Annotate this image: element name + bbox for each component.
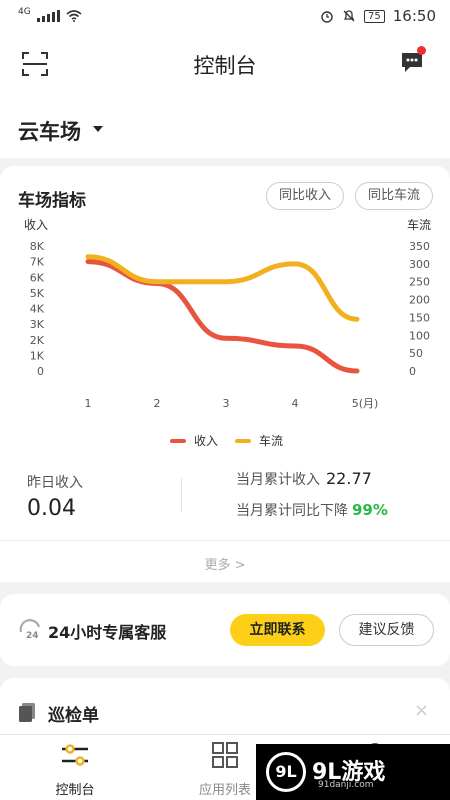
service-title: 24小时专属客服 (48, 623, 167, 642)
card-title: 车场指标 (18, 191, 86, 211)
lot-selector[interactable]: 云车场 (0, 96, 450, 158)
month-total-value: 22.77 (326, 469, 372, 488)
more-link[interactable]: 更多 > (0, 554, 450, 573)
feedback-button[interactable]: 建议反馈 (339, 614, 434, 646)
notification-dot (417, 46, 426, 55)
divider (0, 540, 450, 541)
y-right-axis-title: 车流 (407, 217, 431, 232)
tab-console[interactable]: 控制台 (20, 735, 130, 800)
x-tick-label: 5(月) (352, 397, 379, 410)
y-right-tick-label: 350 (409, 240, 430, 253)
legend-label-traffic: 车流 (259, 434, 284, 448)
y-right-tick-label: 50 (409, 347, 423, 360)
legend-swatch-traffic (235, 438, 251, 443)
24h-service-icon: 24 (19, 619, 41, 640)
service-badge-text: 24 (26, 631, 39, 640)
tab-label: 控制台 (55, 783, 95, 798)
wifi-icon (66, 10, 82, 22)
alarm-icon (321, 11, 333, 23)
month-total-row: 当月累计收入 22.77 (236, 469, 372, 489)
y-right-tick-label: 200 (409, 294, 430, 307)
legend-label-revenue: 收入 (194, 434, 219, 448)
chart-legend: 收入 车流 (0, 432, 450, 448)
y-right-tick-label: 300 (409, 258, 430, 271)
indicators-chart: 收入 车流8K7K6K5K4K3K2K1K03503002502001501005… (24, 217, 431, 410)
grid-icon (212, 742, 238, 768)
signal-icon (36, 10, 60, 22)
y-left-tick-label: 7K (30, 256, 45, 269)
y-left-tick-label: 0 (37, 365, 44, 378)
month-total-label: 当月累计收入 (236, 472, 320, 488)
x-tick-label: 1 (85, 397, 92, 410)
legend-item-traffic: 车流 (235, 432, 283, 449)
y-left-axis-title: 收入 (24, 218, 48, 232)
page-title: 控制台 (193, 54, 257, 78)
y-left-tick-label: 5K (30, 287, 45, 300)
y-left-tick-label: 3K (30, 318, 45, 331)
y-left-tick-label: 1K (30, 349, 45, 362)
caret-down-icon (93, 126, 103, 132)
month-yoy-row: 当月累计同比下降 99% (236, 500, 388, 520)
contact-now-button[interactable]: 立即联系 (230, 614, 325, 646)
document-icon (19, 703, 35, 722)
sliders-icon (62, 744, 88, 766)
battery-indicator: 75 (364, 9, 385, 23)
watermark: 9L 9L游戏 91danji.com (256, 744, 450, 800)
x-tick-label: 2 (154, 397, 161, 410)
watermark-logo: 9L (266, 752, 306, 792)
x-tick-label: 3 (223, 397, 230, 410)
legend-item-revenue: 收入 (170, 432, 218, 449)
yesterday-revenue-value: 0.04 (27, 496, 76, 521)
close-icon[interactable]: × (414, 700, 429, 721)
y-right-tick-label: 0 (409, 365, 416, 378)
month-yoy-value: 99% (352, 501, 388, 519)
app-header: 控制台 (0, 32, 450, 96)
clock: 16:50 (392, 7, 436, 25)
lot-name: 云车场 (18, 120, 81, 144)
revenue-compare-button[interactable]: 同比收入 (266, 182, 344, 210)
yesterday-revenue-label: 昨日收入 (27, 475, 83, 491)
divider (181, 478, 182, 512)
indicators-card: 车场指标 同比收入 同比车流 收入 车流 8K 7K 6K 5K 4K 3K 2K 1K 0 350 3… (0, 166, 450, 582)
series-line-traffic (85, 254, 360, 322)
service-card: 24 24小时专属客服 立即联系 建议反馈 (0, 594, 450, 666)
y-left-tick-label: 2K (30, 334, 45, 347)
y-right-tick-label: 150 (409, 311, 430, 324)
watermark-sub: 91danji.com (318, 780, 374, 790)
y-right-tick-label: 100 (409, 329, 430, 342)
mute-bell-icon (343, 10, 355, 22)
y-right-tick-label: 250 (409, 276, 430, 289)
traffic-compare-button[interactable]: 同比车流 (355, 182, 433, 210)
y-left-tick-label: 6K (30, 271, 45, 284)
inspection-title: 巡检单 (48, 706, 99, 726)
legend-swatch-revenue (170, 438, 186, 443)
status-bar: 4G 75 16:50 (0, 0, 450, 32)
x-tick-label: 4 (292, 397, 299, 410)
y-left-tick-label: 4K (30, 303, 45, 316)
network-type: 4G (18, 7, 31, 17)
month-yoy-label: 当月累计同比下降 (236, 503, 348, 519)
y-left-tick-label: 8K (30, 240, 45, 253)
